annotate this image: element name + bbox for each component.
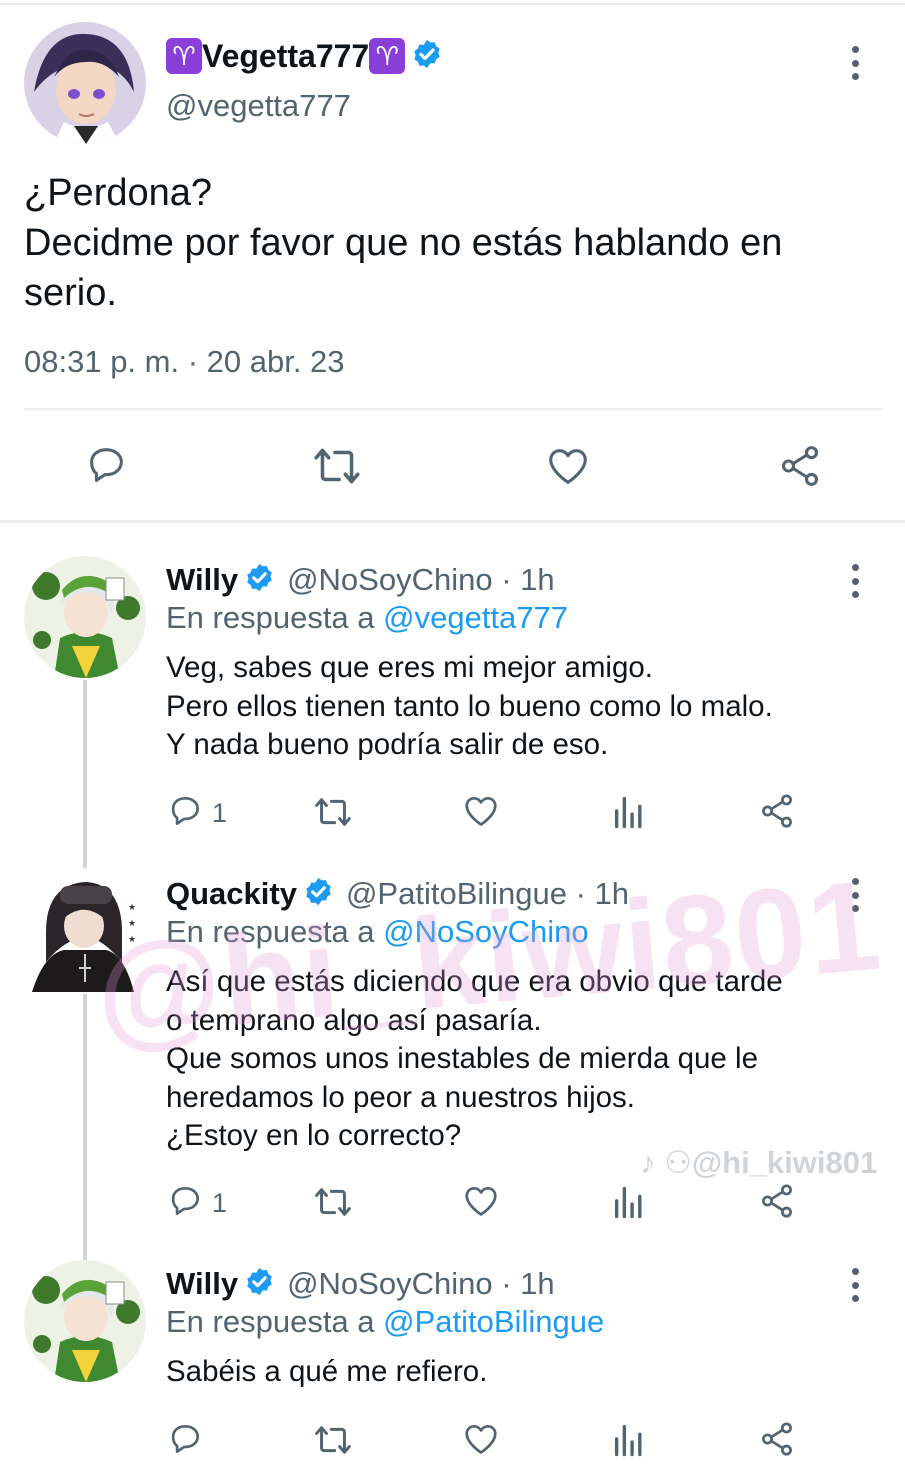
- share-icon[interactable]: [758, 792, 796, 830]
- reply-count: 1: [212, 1188, 228, 1218]
- avatar-quackity[interactable]: ★ ★ ★: [24, 870, 146, 992]
- svg-text:★: ★: [128, 934, 136, 944]
- main-tweet: ♈ Vegetta777 ♈ @vegetta777 ¿Perdona? Dec…: [0, 0, 905, 522]
- handle[interactable]: @vegetta777: [166, 88, 351, 124]
- analytics-icon[interactable]: [612, 1182, 646, 1220]
- display-name[interactable]: Vegetta777: [202, 38, 369, 75]
- author-name-row: Willy @NoSoyChino · 1h: [166, 560, 555, 600]
- analytics-icon[interactable]: [612, 792, 646, 830]
- reply-text-line: Así que estás diciendo que era obvio que…: [166, 965, 783, 998]
- in-reply-to: En respuesta a @NoSoyChino: [166, 914, 589, 950]
- reply-text: Veg, sabes que eres mi mejor amigo. Pero…: [166, 649, 773, 765]
- mention-link[interactable]: @PatitoBilingue: [383, 1304, 604, 1339]
- reply-tweet: Willy @NoSoyChino · 1h En respuesta a @P…: [0, 1260, 905, 1470]
- like-icon[interactable]: [462, 1420, 500, 1458]
- timestamp[interactable]: 08:31 p. m. · 20 abr. 23: [24, 344, 345, 380]
- svg-text:★: ★: [128, 902, 136, 912]
- author-name-row: Quackity @PatitoBilingue · 1h: [166, 874, 629, 914]
- display-name[interactable]: Quackity: [166, 876, 297, 912]
- retweet-icon[interactable]: [310, 443, 364, 489]
- more-options-icon[interactable]: [848, 46, 862, 80]
- reply-count: 1: [212, 798, 228, 828]
- like-icon[interactable]: [462, 1182, 500, 1220]
- reply-text: Sabéis a qué me refiero.: [166, 1353, 487, 1392]
- author-name-row: ♈ Vegetta777 ♈: [166, 35, 443, 77]
- tweet-text: ¿Perdona? Decidme por favor que no estás…: [24, 168, 884, 318]
- reply-tweet: Willy @NoSoyChino · 1h En respuesta a @v…: [0, 556, 905, 846]
- reply-text-line: Pero ellos tienen tanto lo bueno como lo…: [166, 689, 773, 723]
- analytics-icon[interactable]: [612, 1420, 646, 1458]
- handle-and-time[interactable]: @NoSoyChino · 1h: [287, 1266, 555, 1302]
- verified-badge-icon: [303, 876, 334, 912]
- avatar-willy[interactable]: [24, 1260, 146, 1382]
- retweet-icon[interactable]: [311, 1184, 355, 1220]
- reply-icon: [166, 792, 204, 835]
- reply-tweet: ★ ★ ★ Quackity @PatitoBilingue · 1h En r…: [0, 870, 905, 1250]
- share-icon[interactable]: [776, 443, 824, 489]
- in-reply-label: En respuesta a: [166, 600, 384, 635]
- more-options-icon[interactable]: [848, 564, 862, 598]
- reply-text-line: Veg, sabes que eres mi mejor amigo.: [166, 651, 653, 684]
- reply-text-line: o temprano algo así pasaría.: [166, 1003, 542, 1037]
- in-reply-label: En respuesta a: [166, 1304, 384, 1339]
- author-name-row: Willy @NoSoyChino · 1h: [166, 1264, 555, 1304]
- display-name[interactable]: Willy: [166, 1266, 238, 1302]
- verified-badge-icon: [411, 38, 443, 75]
- handle-and-time[interactable]: @NoSoyChino · 1h: [287, 562, 555, 598]
- handle-and-time[interactable]: @PatitoBilingue · 1h: [346, 876, 629, 912]
- divider: [24, 408, 882, 410]
- svg-text:★: ★: [128, 918, 136, 928]
- verified-badge-icon: [244, 562, 275, 598]
- retweet-icon[interactable]: [311, 794, 355, 830]
- reply-button[interactable]: 1: [166, 792, 227, 835]
- in-reply-to: En respuesta a @PatitoBilingue: [166, 1304, 604, 1340]
- reply-text-line: Que somos unos inestables de mierda que …: [166, 1042, 758, 1075]
- tweet-text-line: serio.: [24, 272, 117, 314]
- avatar-willy[interactable]: [24, 556, 146, 678]
- tweet-text-line: ¿Perdona?: [24, 172, 213, 214]
- reply-text-line: heredamos lo peor a nuestros hijos.: [166, 1080, 635, 1114]
- aries-emoji: ♈: [369, 38, 406, 74]
- reply-text-line: Sabéis a qué me refiero.: [166, 1355, 488, 1388]
- in-reply-to: En respuesta a @vegetta777: [166, 600, 568, 636]
- more-options-icon[interactable]: [848, 1268, 862, 1302]
- share-icon[interactable]: [758, 1182, 796, 1220]
- reply-icon[interactable]: [82, 442, 130, 488]
- display-name[interactable]: Willy: [166, 562, 238, 598]
- tiktok-watermark: ♪ ⚇@hi_kiwi801: [640, 1145, 878, 1180]
- reply-text: Así que estás diciendo que era obvio que…: [166, 963, 783, 1156]
- share-icon[interactable]: [758, 1420, 796, 1458]
- mention-link[interactable]: @NoSoyChino: [383, 914, 589, 949]
- mention-link[interactable]: @vegetta777: [383, 600, 568, 635]
- reply-text-line: Y nada bueno podría salir de eso.: [166, 728, 609, 761]
- tweet-text-line: Decidme por favor que no estás hablando …: [24, 222, 783, 264]
- aries-emoji: ♈: [166, 38, 202, 74]
- in-reply-label: En respuesta a: [166, 914, 384, 949]
- reply-button[interactable]: 1: [166, 1182, 227, 1225]
- retweet-icon[interactable]: [311, 1422, 355, 1458]
- reply-icon[interactable]: [166, 1420, 204, 1458]
- more-options-icon[interactable]: [848, 878, 862, 912]
- reply-icon: [166, 1182, 204, 1225]
- avatar-vegetta[interactable]: [24, 22, 146, 144]
- like-icon[interactable]: [462, 792, 500, 830]
- section-divider: [0, 520, 905, 523]
- like-icon[interactable]: [544, 443, 592, 489]
- verified-badge-icon: [244, 1266, 275, 1302]
